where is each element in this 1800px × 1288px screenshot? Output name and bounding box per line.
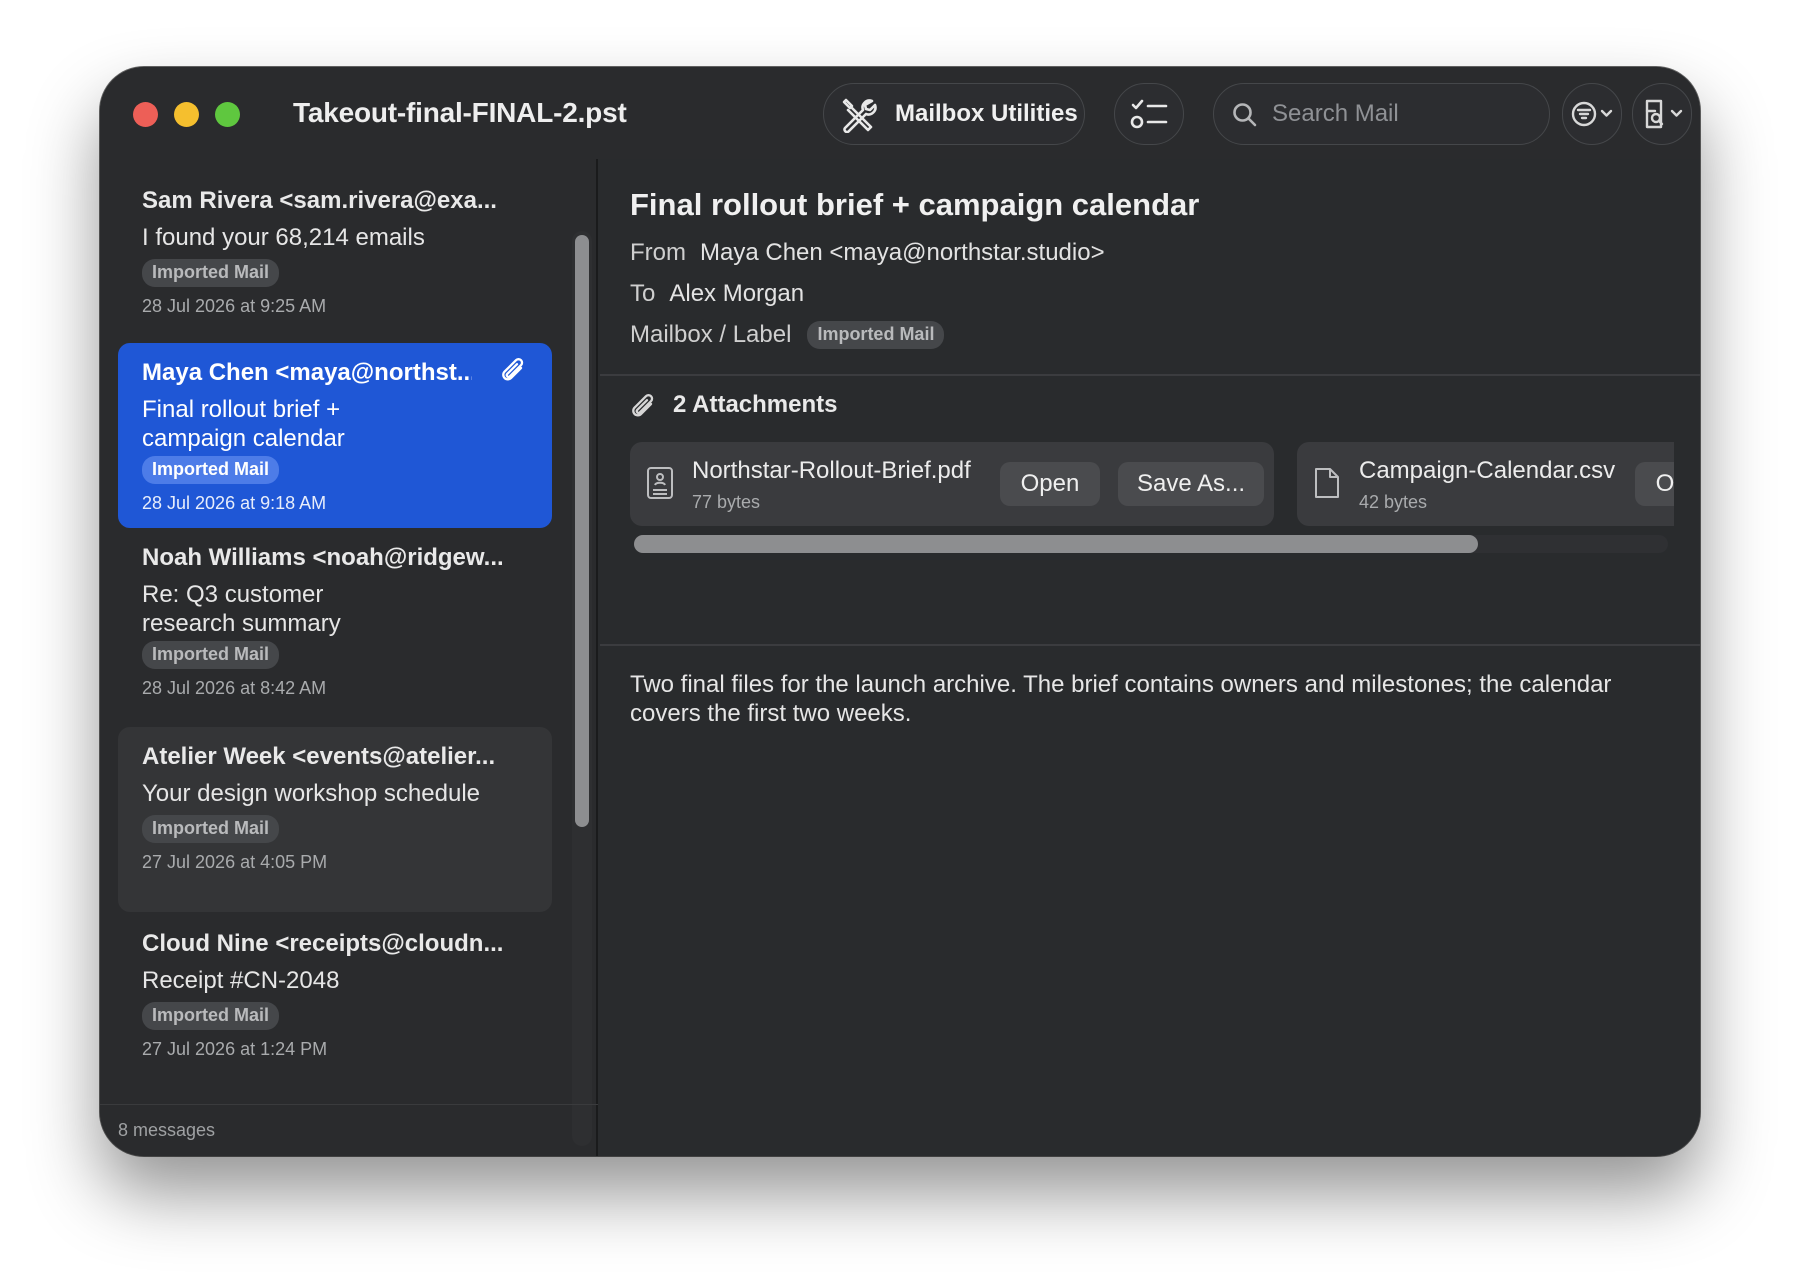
attachments-divider: [600, 644, 1700, 646]
from-label: From: [630, 239, 686, 266]
mailbox-label: Mailbox / Label: [630, 321, 792, 348]
message-date: 28 Jul 2026 at 8:42 AM: [142, 678, 327, 698]
message-row-hovered[interactable]: Atelier Week <events@atelier... Your des…: [118, 727, 552, 912]
attachment-size: 77 bytes: [692, 492, 761, 512]
header-divider: [600, 374, 1700, 376]
wrench-screwdriver-icon: [840, 97, 878, 138]
attachments-strip: Northstar-Rollout-Brief.pdf 77 bytes Ope…: [630, 442, 1674, 570]
message-list[interactable]: Sam Rivera <sam.rivera@exa... I found yo…: [118, 159, 552, 1076]
email-subject: Final rollout brief + campaign calendar: [630, 187, 1200, 222]
zoom-window-button[interactable]: [215, 102, 240, 127]
attachment-name: Northstar-Rollout-Brief.pdf: [692, 457, 971, 484]
message-date: 28 Jul 2026 at 9:18 AM: [142, 493, 327, 513]
close-window-button[interactable]: [133, 102, 158, 127]
reading-pane: Final rollout brief + campaign calendar …: [600, 159, 1700, 1156]
attachment-size: 42 bytes: [1359, 492, 1428, 512]
mailbox-badge: Imported Mail: [807, 321, 945, 349]
message-subject: I found your 68,214 emails: [142, 224, 425, 251]
view-options-button[interactable]: [1632, 83, 1692, 145]
to-label: To: [630, 280, 656, 307]
message-date: 27 Jul 2026 at 1:24 PM: [142, 1039, 328, 1059]
paperclip-icon: [500, 357, 528, 392]
message-date: 28 Jul 2026 at 9:25 AM: [142, 296, 327, 316]
tasks-button[interactable]: [1114, 83, 1184, 145]
message-sender: Atelier Week <events@atelier...: [142, 743, 496, 770]
message-row[interactable]: Sam Rivera <sam.rivera@exa... I found yo…: [118, 171, 552, 331]
mailbox-utilities-button[interactable]: Mailbox Utilities: [823, 83, 1085, 145]
email-body: Two final files for the launch archive. …: [630, 671, 1612, 727]
attachment-name: Campaign-Calendar.csv: [1359, 457, 1616, 484]
mailbox-utilities-label: Mailbox Utilities: [895, 100, 1078, 127]
message-list-sidebar: Sam Rivera <sam.rivera@exa... I found yo…: [100, 159, 598, 1156]
mailbox-badge: Imported Mail: [142, 641, 280, 669]
attachments-scroll-thumb[interactable]: [634, 535, 1478, 553]
pdf-document-icon: [646, 466, 674, 505]
message-sender: Maya Chen <maya@northst...: [142, 359, 472, 386]
message-date: 27 Jul 2026 at 4:05 PM: [142, 852, 328, 872]
to-header: To Alex Morgan: [630, 280, 804, 308]
attachment-card[interactable]: Campaign-Calendar.csv 42 bytes Open: [1297, 442, 1674, 526]
open-attachment-button[interactable]: Open: [1000, 462, 1100, 506]
minimize-window-button[interactable]: [174, 102, 199, 127]
status-bar: 8 messages: [100, 1104, 598, 1156]
search-field[interactable]: [1213, 83, 1550, 145]
title-bar: Takeout-final-FINAL-2.pst Mailbox Utilit…: [100, 67, 1700, 159]
message-row[interactable]: Noah Williams <noah@ridgew... Re: Q3 cus…: [118, 528, 552, 713]
message-subject: Final rollout brief + campaign calendar: [142, 396, 345, 452]
from-header: From Maya Chen <maya@northstar.studio>: [630, 239, 1105, 267]
message-row[interactable]: Cloud Nine <receipts@cloudn... Receipt #…: [118, 914, 552, 1074]
message-subject: Receipt #CN-2048: [142, 967, 340, 994]
mailbox-badge: Imported Mail: [142, 1002, 280, 1030]
mailbox-badge: Imported Mail: [142, 456, 280, 484]
message-list-scroll-thumb[interactable]: [575, 235, 589, 827]
message-subject: Re: Q3 customer research summary: [142, 581, 341, 637]
filter-menu-button[interactable]: [1562, 83, 1622, 145]
mail-window: Takeout-final-FINAL-2.pst Mailbox Utilit…: [100, 67, 1700, 1156]
save-as-button[interactable]: Save As...: [1118, 462, 1264, 506]
from-value[interactable]: Maya Chen <maya@northstar.studio>: [700, 239, 1105, 266]
message-sender: Noah Williams <noah@ridgew...: [142, 544, 504, 571]
mailbox-header: Mailbox / Label Imported Mail: [630, 321, 945, 349]
message-subject: Your design workshop schedule: [142, 780, 481, 807]
mailbox-badge: Imported Mail: [142, 815, 280, 843]
to-value[interactable]: Alex Morgan: [669, 280, 804, 307]
search-input[interactable]: [1270, 94, 1534, 134]
open-attachment-button[interactable]: Open: [1635, 462, 1674, 506]
message-sender: Sam Rivera <sam.rivera@exa...: [142, 187, 497, 214]
attachments-count: 2 Attachments: [673, 391, 838, 418]
mailbox-badge: Imported Mail: [142, 259, 280, 287]
message-count: 8 messages: [118, 1120, 216, 1140]
attachment-card[interactable]: Northstar-Rollout-Brief.pdf 77 bytes Ope…: [630, 442, 1274, 526]
message-sender: Cloud Nine <receipts@cloudn...: [142, 930, 504, 957]
message-row-selected[interactable]: Maya Chen <maya@northst... Final rollout…: [118, 343, 552, 528]
generic-document-icon: [1313, 466, 1341, 505]
window-title: Takeout-final-FINAL-2.pst: [293, 97, 627, 128]
